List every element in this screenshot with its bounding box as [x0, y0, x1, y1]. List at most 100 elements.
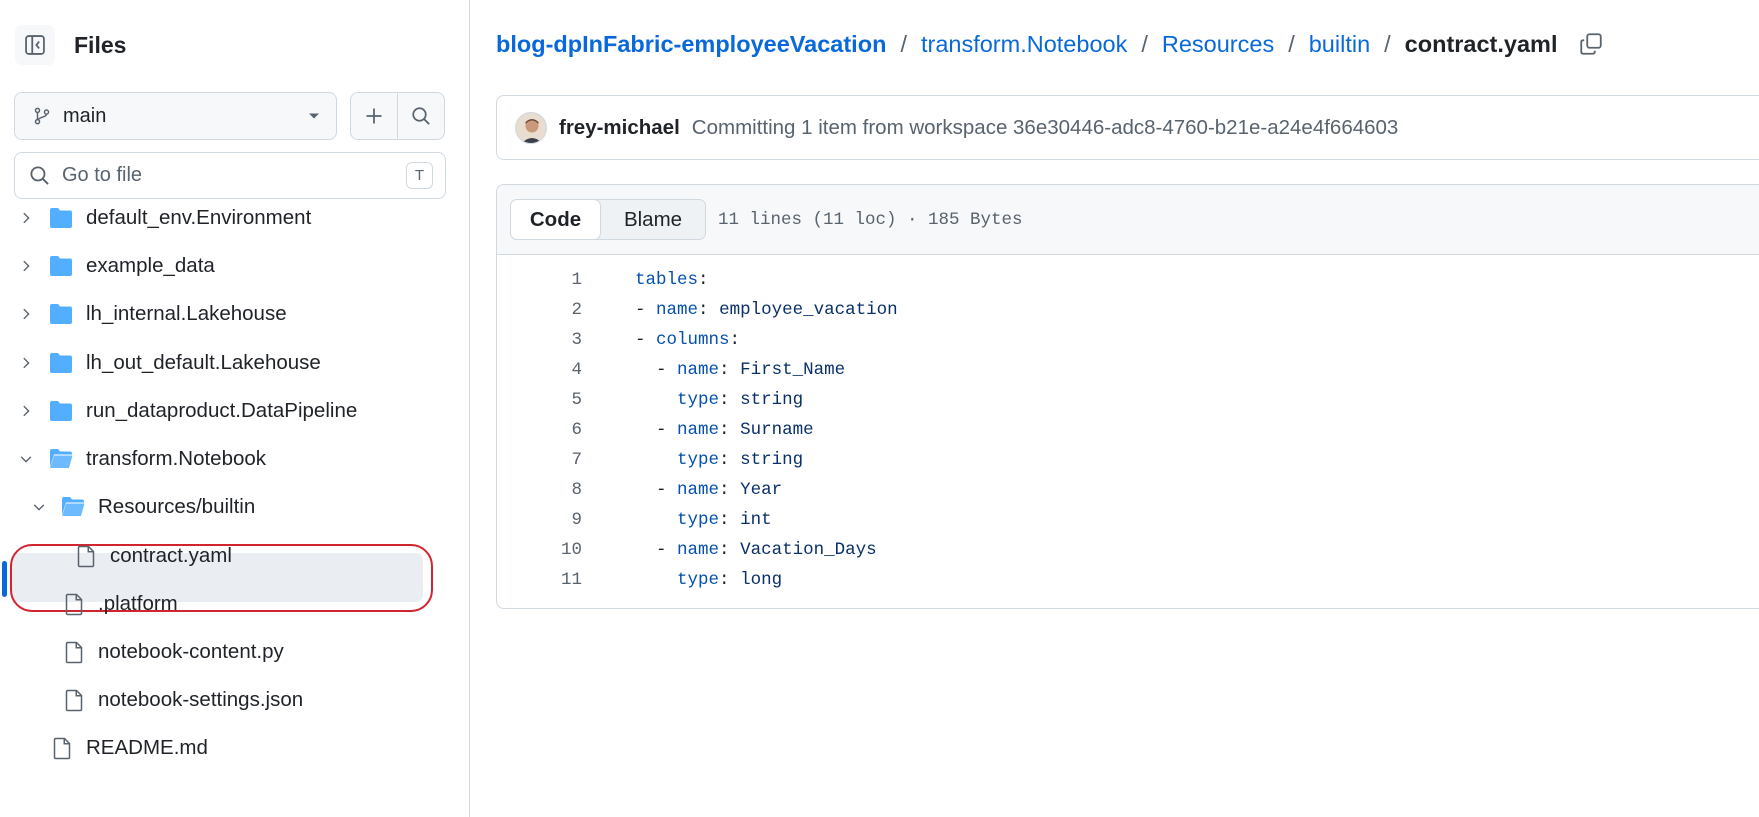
caret-down-icon — [309, 113, 319, 119]
tree-item-label: contract.yaml — [110, 544, 232, 567]
tree-folder-resources-builtin[interactable]: Resources/builtin — [0, 485, 470, 529]
tree-file-notebook-settings-json[interactable]: notebook-settings.json — [0, 678, 470, 722]
breadcrumb-separator: / — [900, 30, 907, 57]
code-line: 8 - name: Year — [497, 475, 1759, 505]
breadcrumb-separator: / — [1384, 30, 1391, 57]
code-view[interactable]: 1 tables: 2 - name: employee_vacation 3 - col… — [497, 255, 1759, 595]
yaml-key: type — [677, 390, 720, 410]
code-line: 7 type: string — [497, 445, 1759, 475]
line-number[interactable]: 11 — [497, 570, 582, 590]
code-content: - name: employee_vacation — [635, 300, 898, 320]
line-number[interactable]: 6 — [497, 420, 582, 440]
tree-item-label: lh_out_default.Lakehouse — [86, 351, 321, 374]
line-number[interactable]: 2 — [497, 300, 582, 320]
commit-author-link[interactable]: frey-michael — [559, 116, 680, 140]
code-line: 9 type: int — [497, 505, 1759, 535]
avatar[interactable] — [515, 111, 547, 144]
chevron-down-icon[interactable] — [18, 451, 34, 467]
yaml-colon: : — [719, 450, 730, 470]
tree-file-readme-md[interactable]: README.md — [0, 726, 470, 770]
collapse-sidebar-button[interactable] — [15, 25, 55, 65]
tree-item-label: example_data — [86, 254, 215, 277]
code-content: tables: — [635, 270, 709, 290]
line-number[interactable]: 9 — [497, 510, 582, 530]
yaml-colon: : — [698, 300, 709, 320]
tree-item-label: default_env.Environment — [86, 206, 312, 229]
yaml-key: name — [677, 420, 720, 440]
yaml-colon: : — [719, 480, 730, 500]
tab-blame[interactable]: Blame — [601, 200, 705, 239]
line-number[interactable]: 4 — [497, 360, 582, 380]
search-icon — [412, 107, 430, 125]
tree-file-notebook-content-py[interactable]: notebook-content.py — [0, 630, 470, 674]
chevron-right-icon[interactable] — [18, 210, 34, 226]
code-dash: - — [656, 420, 678, 440]
chevron-right-icon[interactable] — [18, 258, 34, 274]
sidebar-title: Files — [74, 31, 127, 58]
code-line: 5 type: string — [497, 385, 1759, 415]
folder-open-icon — [61, 496, 85, 518]
yaml-colon: : — [698, 270, 709, 290]
tree-folder-run-dataproduct-datapipeline[interactable]: run_dataproduct.DataPipeline — [0, 389, 470, 433]
yaml-key: tables — [635, 270, 699, 290]
line-number[interactable]: 5 — [497, 390, 582, 410]
line-number[interactable]: 1 — [497, 270, 582, 290]
yaml-value: string — [740, 450, 804, 470]
breadcrumb-link-resources[interactable]: Resources — [1162, 31, 1274, 58]
branch-selector-button[interactable]: main — [14, 92, 337, 140]
add-file-button[interactable] — [351, 93, 397, 139]
plus-icon — [366, 108, 382, 124]
file-tree-sidebar: Files main Go to file T default_env.Envi… — [0, 0, 470, 817]
tree-folder-example-data[interactable]: example_data — [0, 244, 470, 288]
yaml-colon: : — [719, 420, 730, 440]
file-stats: 11 lines (11 loc) · 185 Bytes — [718, 209, 1023, 230]
yaml-value: employee_vacation — [719, 300, 898, 320]
yaml-value: Vacation_Days — [740, 540, 877, 560]
breadcrumb-link-transform-notebook[interactable]: transform.Notebook — [921, 31, 1127, 58]
tab-code[interactable]: Code — [510, 199, 601, 240]
tree-folder-lh-internal-lakehouse[interactable]: lh_internal.Lakehouse — [0, 292, 470, 336]
tree-file-contract-yaml[interactable]: contract.yaml — [0, 534, 470, 578]
code-content: - columns: — [635, 330, 740, 350]
code-content: type: string — [635, 390, 803, 410]
go-to-file-input[interactable] — [62, 164, 406, 187]
tree-folder-lh-out-default-lakehouse[interactable]: lh_out_default.Lakehouse — [0, 341, 470, 385]
chevron-right-icon[interactable] — [18, 355, 34, 371]
shortcut-key-badge: T — [406, 162, 433, 189]
copy-path-button[interactable] — [1579, 32, 1603, 56]
file-icon — [76, 545, 96, 568]
yaml-value: long — [740, 570, 783, 590]
code-content: type: long — [635, 570, 782, 590]
folder-icon — [49, 303, 73, 325]
code-line: 6 - name: Surname — [497, 415, 1759, 445]
line-number[interactable]: 7 — [497, 450, 582, 470]
chevron-right-icon[interactable] — [18, 306, 34, 322]
code-line: 10 - name: Vacation_Days — [497, 535, 1759, 565]
line-number[interactable]: 10 — [497, 540, 582, 560]
code-content: type: string — [635, 450, 803, 470]
chevron-right-icon[interactable] — [18, 403, 34, 419]
code-content: - name: Vacation_Days — [635, 540, 877, 560]
file-view: blog-dpInFabric-employeeVacation / trans… — [471, 0, 1759, 817]
tree-folder-transform-notebook[interactable]: transform.Notebook — [0, 437, 470, 481]
yaml-value: Surname — [740, 420, 814, 440]
file-content-box: Code Blame 11 lines (11 loc) · 185 Bytes… — [496, 184, 1759, 609]
tree-file-platform[interactable]: .platform — [0, 582, 470, 626]
breadcrumb-separator: / — [1141, 30, 1148, 57]
search-files-button[interactable] — [397, 93, 444, 139]
commit-message-link[interactable]: Committing 1 item from workspace 36e3044… — [692, 116, 1399, 140]
yaml-key: name — [677, 540, 720, 560]
tree-folder-default-env-environment[interactable]: default_env.Environment — [0, 196, 470, 240]
code-dash: - — [635, 300, 657, 320]
folder-icon — [49, 352, 73, 374]
line-number[interactable]: 3 — [497, 330, 582, 350]
breadcrumb-current-file: contract.yaml — [1404, 30, 1558, 57]
line-number[interactable]: 8 — [497, 480, 582, 500]
chevron-down-icon[interactable] — [31, 499, 47, 515]
breadcrumb-link-builtin[interactable]: builtin — [1309, 31, 1370, 58]
breadcrumb-repo-link[interactable]: blog-dpInFabric-employeeVacation — [496, 31, 886, 58]
